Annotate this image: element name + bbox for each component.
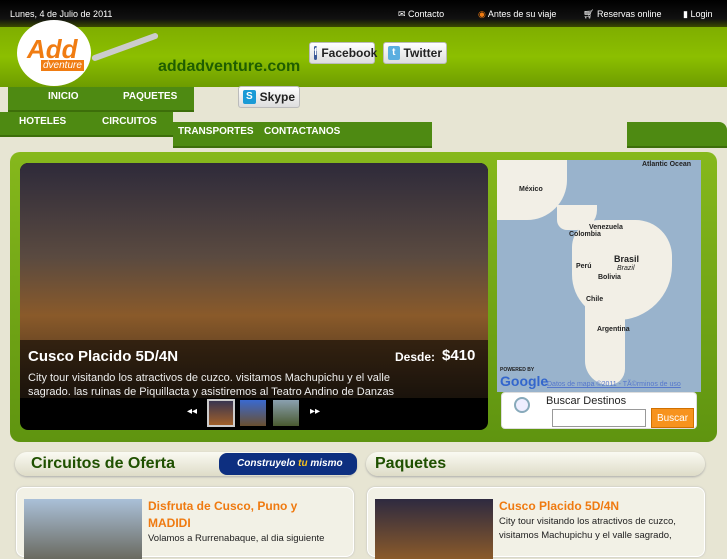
magnifier-icon [514,397,530,413]
section-title: Paquetes [375,455,447,472]
nav-circuitos[interactable]: CIRCUITOS [102,116,157,127]
nav-contactanos[interactable]: CONTACTANOS [264,126,340,137]
card-image[interactable] [375,499,493,559]
card-title[interactable]: Disfruta de Cusco, Puno y MADIDI [148,498,308,532]
thumbnail-2[interactable] [240,400,266,426]
search-label: Buscar Destinos [546,395,627,407]
section-title: Circuitos de Oferta [31,455,176,472]
facebook-button[interactable]: f Facebook [309,42,378,64]
construyelo-button[interactable]: Construyelo tu mismo [219,453,357,475]
map-label: Argentina [597,326,630,333]
search-button[interactable]: Buscar [651,408,694,428]
offer-card: Disfruta de Cusco, Puno y MADIDI Volamos… [16,487,354,559]
thumbnail-3[interactable] [273,400,299,426]
contacto-link[interactable]: ✉ Contacto [398,9,444,20]
nav-right-bar [627,122,727,148]
nav-paquetes[interactable]: PAQUETES [123,91,177,102]
card-image[interactable] [24,499,142,559]
twitter-button[interactable]: t Twitter [383,42,447,64]
section-header-circuitos: Circuitos de Oferta Construyelo tu mismo [15,452,357,476]
slide-description: City tour visitando los atractivos de cu… [28,372,395,398]
mismo-text: mismo [310,458,343,469]
site-name: addadventure.com [158,58,301,75]
nav-row-3: TRANSPORTES CONTACTANOS [173,122,432,148]
thumbnail-1[interactable] [207,399,235,427]
map-label: Perú [576,263,592,270]
cart-icon: 🛒︎ [583,9,595,19]
logo-sub: dventure [41,60,84,71]
map-label: Brazil [617,265,635,272]
nav-transportes[interactable]: TRANSPORTES [178,126,254,137]
link-label: Login [690,9,713,19]
map-label: Colombia [569,231,601,238]
map-label: Venezuela [589,224,623,231]
logo[interactable]: Add dventure [17,20,91,86]
nav-row-1: INICIO PAQUETES [8,87,194,112]
link-label: Reservas online [596,9,662,19]
facebook-icon: f [314,46,318,60]
twitter-icon: t [388,46,400,60]
search-input[interactable] [552,409,646,427]
link-label: Contacto [408,9,445,19]
map-label: México [519,186,543,193]
section-header-paquetes: Paquetes [366,452,705,476]
map-label: Atlantic Ocean [642,161,692,168]
nav-hoteles[interactable]: HOTELES [19,116,66,127]
map-label: Bolivia [598,274,621,281]
nav-inicio[interactable]: INICIO [48,91,79,102]
link-label: Antes de su viaje [487,9,557,19]
next-button[interactable]: ▸▸ [310,406,320,417]
price: $410 [442,347,476,364]
search-destinations: Buscar Destinos Buscar [501,392,697,429]
login-link[interactable]: ▮ Login [683,9,713,20]
southern-cone-land [585,300,625,385]
slideshow: Cusco Placido 5D/4N Desde: $410 City tou… [20,163,488,430]
google-logo: Google [500,373,549,389]
price-label: Desde: [395,350,436,364]
tu-text: tu [298,458,308,469]
skype-icon: S [243,90,256,104]
package-card: Cusco Placido 5D/4N City tour visitando … [367,487,705,559]
top-bar: Lunes, 4 de Julio de 2011 ✉ Contacto ◉ A… [0,0,727,27]
date-text: Lunes, 4 de Julio de 2011 [10,9,113,19]
card-title[interactable]: Cusco Placido 5D/4N [499,498,689,515]
map-label: Chile [586,296,604,303]
skype-button[interactable]: S Skype [238,86,300,108]
lock-icon: ▮ [683,9,688,19]
lifebuoy-icon: ◉ [478,9,486,19]
nav-row-2: HOTELES CIRCUITOS [0,112,173,137]
map-label: Brasil [614,254,640,264]
slide-title: Cusco Placido 5D/4N [28,348,179,365]
construyelo-text: Construyelo [237,458,296,469]
card-description: City tour visitando los atractivos de cu… [499,516,676,541]
reservas-link[interactable]: 🛒︎ Reservas online [583,9,662,20]
map-terms-link[interactable]: Datos de mapa ©2011 - TÃ©rminos de uso [547,381,681,388]
map[interactable]: Atlantic Ocean México Venezuela Colombia… [497,160,701,392]
prev-button[interactable]: ◂◂ [187,406,197,417]
twitter-label: Twitter [403,46,442,60]
card-description: Volamos a Rurrenabaque, al dia siguiente [148,533,325,544]
slide-caption: Cusco Placido 5D/4N Desde: $410 City tou… [20,340,488,398]
facebook-label: Facebook [321,46,378,60]
skype-label: Skype [259,90,295,104]
antes-viaje-link[interactable]: ◉ Antes de su viaje [478,9,556,20]
